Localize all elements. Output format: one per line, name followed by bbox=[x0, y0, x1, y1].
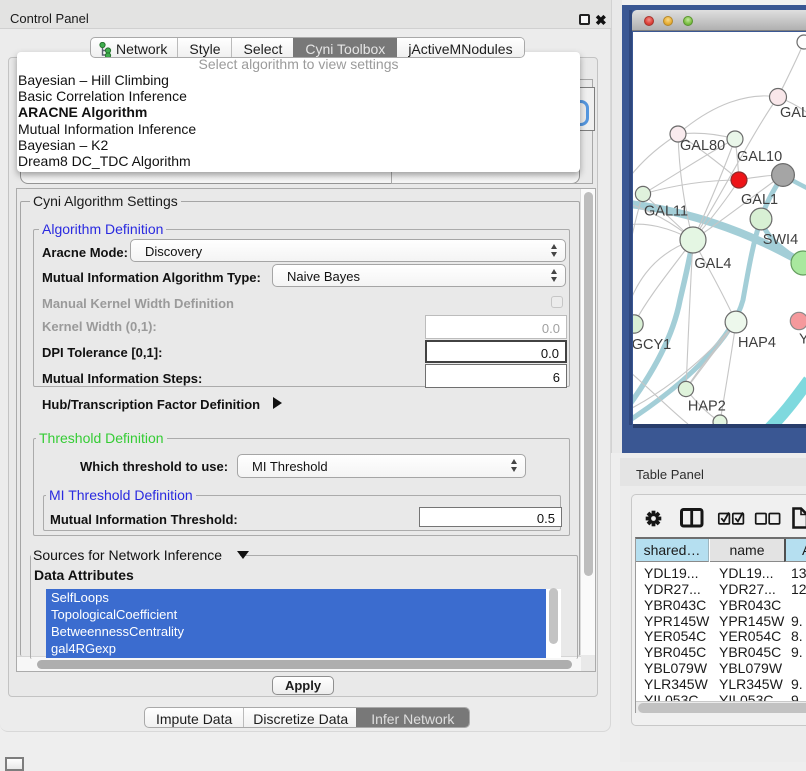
svg-text:HAP4: HAP4 bbox=[738, 335, 776, 351]
svg-text:GAL10: GAL10 bbox=[737, 149, 782, 165]
svg-text:GAL1: GAL1 bbox=[741, 192, 778, 208]
svg-text:GAL4: GAL4 bbox=[694, 256, 731, 272]
svg-text:GAL80: GAL80 bbox=[680, 138, 725, 154]
svg-text:GAL: GAL bbox=[780, 105, 806, 121]
svg-text:GCY1: GCY1 bbox=[633, 337, 671, 353]
svg-text:SWI4: SWI4 bbox=[763, 232, 798, 248]
svg-text:HAP2: HAP2 bbox=[688, 398, 726, 414]
svg-text:GAL11: GAL11 bbox=[644, 204, 688, 220]
svg-text:Y: Y bbox=[799, 332, 806, 348]
